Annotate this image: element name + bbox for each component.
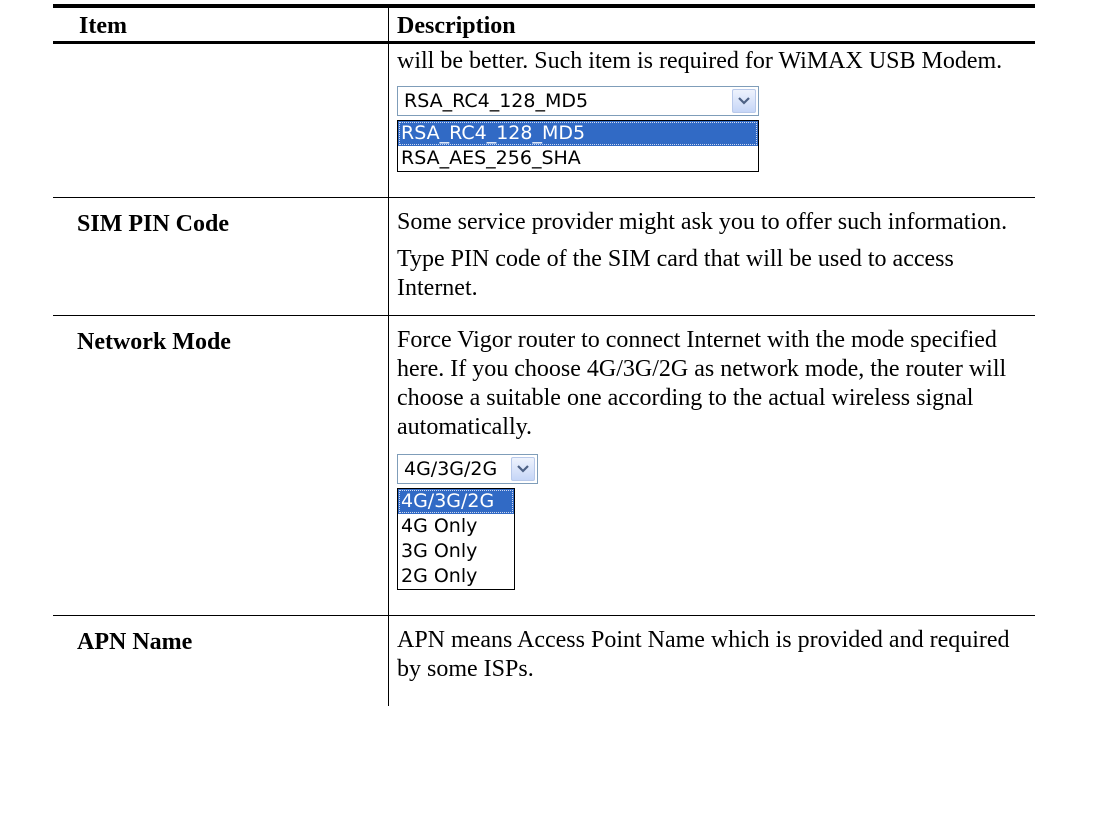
table-header-row: Item Description: [53, 4, 1035, 44]
row-description: will be better. Such item is required fo…: [388, 42, 1035, 198]
table-row: SIM PIN Code Some service provider might…: [53, 197, 1035, 316]
row-description: Some service provider might ask you to o…: [388, 197, 1035, 316]
row-description: APN means Access Point Name which is pro…: [388, 615, 1035, 706]
settings-description-table: Item Description will be better. Such it…: [53, 4, 1035, 706]
network-mode-select-example: 4G/3G/2G 4G/3G/2G 4G Only 3G Only 2G Onl…: [397, 454, 538, 590]
network-mode-option[interactable]: 2G Only: [398, 564, 514, 589]
row-item-label: Network Mode: [53, 315, 389, 616]
network-mode-dropdown-value: 4G/3G/2G: [404, 457, 498, 480]
table-row: APN Name APN means Access Point Name whi…: [53, 615, 1035, 706]
cipher-dropdown-value: RSA_RC4_128_MD5: [404, 89, 589, 112]
description-text: Type PIN code of the SIM card that will …: [397, 246, 954, 301]
cipher-option[interactable]: RSA_RC4_128_MD5: [398, 121, 758, 146]
network-mode-option[interactable]: 4G/3G/2G: [398, 489, 514, 514]
cipher-dropdown-list: RSA_RC4_128_MD5 RSA_AES_256_SHA: [397, 120, 759, 172]
row-description: Force Vigor router to connect Internet w…: [388, 315, 1035, 616]
table-row: Network Mode Force Vigor router to conne…: [53, 315, 1035, 616]
network-mode-option[interactable]: 3G Only: [398, 539, 514, 564]
header-description: Description: [388, 4, 1035, 44]
description-text: will be better. Such item is required fo…: [397, 48, 1003, 74]
network-mode-dropdown[interactable]: 4G/3G/2G: [397, 454, 538, 484]
description-text: APN means Access Point Name which is pro…: [397, 627, 1010, 682]
network-mode-dropdown-list: 4G/3G/2G 4G Only 3G Only 2G Only: [397, 488, 515, 590]
table-row: will be better. Such item is required fo…: [53, 42, 1035, 198]
header-item: Item: [53, 4, 389, 44]
cipher-dropdown[interactable]: RSA_RC4_128_MD5: [397, 86, 759, 116]
chevron-down-icon[interactable]: [732, 89, 756, 113]
document-page: Item Description will be better. Such it…: [0, 0, 1114, 837]
row-item-label: SIM PIN Code: [53, 197, 389, 316]
description-text: Some service provider might ask you to o…: [397, 209, 1008, 235]
row-item-label: [53, 42, 389, 198]
description-text: Force Vigor router to connect Internet w…: [397, 327, 1007, 440]
cipher-option[interactable]: RSA_AES_256_SHA: [398, 146, 758, 171]
row-item-label: APN Name: [53, 615, 389, 706]
network-mode-option[interactable]: 4G Only: [398, 514, 514, 539]
cipher-select-example: RSA_RC4_128_MD5 RSA_RC4_128_MD5 RSA_AES_…: [397, 86, 759, 172]
chevron-down-icon[interactable]: [511, 457, 535, 481]
